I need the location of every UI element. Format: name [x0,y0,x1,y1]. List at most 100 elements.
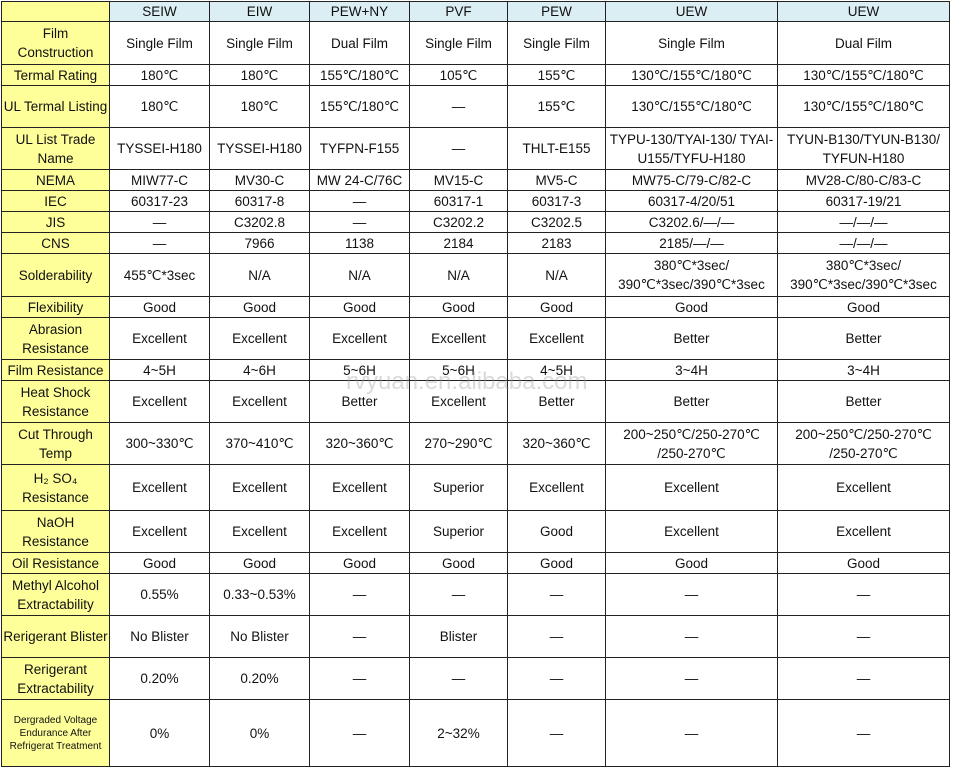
table-row: Solderability 455℃*3sec N/A N/A N/A N/A 380℃*3… [1,253,950,297]
table-cell: C3202.6/—/— [605,211,778,233]
table-cell: Good [109,296,210,318]
table-cell: N/A [507,253,606,297]
table-cell: 0.55% [109,573,210,616]
table-cell: TYSSEI-H180 [209,127,310,170]
table-cell: — [605,699,778,767]
table-cell: MW 24-C/76C [309,169,410,191]
table-row: Rerigerant Extractability 0.20% 0.20% — — — — — [1,657,950,700]
table-cell: 180℃ [109,64,210,86]
table-cell: Good [309,296,410,318]
table-cell: Excellent [605,464,778,511]
row-label: NEMA [1,169,110,191]
table-cell: MIW77-C [109,169,210,191]
table-cell: Excellent [209,380,310,423]
column-header: PEW [507,1,606,22]
table-cell: Good [109,552,210,574]
table-cell: 3~4H [605,359,778,381]
table-cell: — [777,573,950,616]
table-cell: 380℃*3sec/ 390℃*3sec/390℃*3sec [605,253,778,297]
table-cell: Excellent [309,510,410,553]
table-cell: — [777,615,950,658]
table-cell: 3~4H [777,359,950,381]
table-cell: — [109,211,210,233]
table-cell: 0.20% [209,657,310,700]
table-row: Abrasion Resistance Excellent Excellent Exc… [1,317,950,360]
table-cell: 7966 [209,232,310,254]
table-cell: 370~410℃ [209,422,310,465]
table-cell: 130℃/155℃/180℃ [605,85,778,128]
table-cell: 0.33~0.53% [209,573,310,616]
table-cell: Good [777,552,950,574]
row-label: Dergraded Voltage Endurance After Refrig… [1,699,110,767]
table-cell: 155℃ [507,85,606,128]
table-cell: Excellent [109,380,210,423]
table-cell: 0% [209,699,310,767]
table-cell: — [507,573,606,616]
column-header: UEW [605,1,778,22]
table-cell: 60317-8 [209,190,310,212]
row-label: JIS [1,211,110,233]
table-cell: Good [507,552,606,574]
table-cell: 130℃/155℃/180℃ [777,64,950,86]
table-row: IEC 60317-23 60317-8—60317-1 60317-3 60317-4… [1,190,950,212]
table-cell: 155℃ [507,64,606,86]
table-cell: Good [409,552,508,574]
table-cell: 105℃ [409,64,508,86]
table-cell: Excellent [309,317,410,360]
column-header: PVF [409,1,508,22]
table-cell: — [777,699,950,767]
table-cell: Excellent [109,317,210,360]
table-row: NEMA MIW77-C MV30-C MW 24-C/76C MV15-C MV5-C M… [1,169,950,191]
row-label: NaOH Resistance [1,510,110,553]
corner-header-cell [1,1,110,22]
row-label: Rerigerant Extractability [1,657,110,700]
table-cell: 200~250℃/250-270℃ /250-270℃ [777,422,950,465]
table-cell: — [409,573,508,616]
table-row: JIS — C3202.8— C3202.2 C3202.5 C3202.6/—/— —/—… [1,211,950,233]
table-cell: Better [309,380,410,423]
table-body: Film Construction Single Film Single Film D… [1,21,950,767]
table-cell: Better [777,317,950,360]
table-cell: 2183 [507,232,606,254]
table-cell: — [777,657,950,700]
table-cell: N/A [309,253,410,297]
table-cell: MV28-C/80-C/83-C [777,169,950,191]
table-cell: MW75-C/79-C/82-C [605,169,778,191]
row-label: Film Construction [1,21,110,65]
table-cell: — [309,615,410,658]
table-cell: — [605,657,778,700]
table-cell: Excellent [507,464,606,511]
table-cell: 200~250℃/250-270℃ /250-270℃ [605,422,778,465]
table-cell: 130℃/155℃/180℃ [777,85,950,128]
table-cell: No Blister [209,615,310,658]
table-cell: Good [209,296,310,318]
table-row: CNS —7966 1138 2184 2183 2185/—/— —/—/— [1,232,950,254]
table-row: UL Termal Listing 180℃ 180℃ 155℃/180℃ —155℃ 1… [1,85,950,128]
table-cell: — [507,615,606,658]
column-header: PEW+NY [309,1,410,22]
table-cell: Excellent [409,317,508,360]
table-cell: Good [507,296,606,318]
table-row: UL List Trade Name TYSSEI-H180 TYSSEI-H180… [1,127,950,170]
table-cell: MV5-C [507,169,606,191]
table-cell: — [309,657,410,700]
table-row: Termal Rating 180℃ 180℃ 155℃/180℃ 105℃ 155℃ 13… [1,64,950,86]
table-row: Heat Shock Resistance Excellent Excellent B… [1,380,950,423]
table-cell: N/A [409,253,508,297]
table-cell: 2185/—/— [605,232,778,254]
row-label: Flexibility [1,296,110,318]
table-cell: — [605,573,778,616]
table-row: Methyl Alcohol Extractability 0.55% 0.33~0… [1,573,950,616]
table-cell: 2184 [409,232,508,254]
table-cell: Superior [409,464,508,511]
table-cell: Better [605,317,778,360]
table-cell: 4~5H [507,359,606,381]
table-cell: — [507,699,606,767]
table-cell: Dual Film [777,21,950,65]
table-cell: C3202.8 [209,211,310,233]
row-label: Heat Shock Resistance [1,380,110,423]
table-cell: No Blister [109,615,210,658]
row-label: CNS [1,232,110,254]
table-cell: TYUN-B130/TYUN-B130/ TYFUN-H180 [777,127,950,170]
table-cell: 1138 [309,232,410,254]
